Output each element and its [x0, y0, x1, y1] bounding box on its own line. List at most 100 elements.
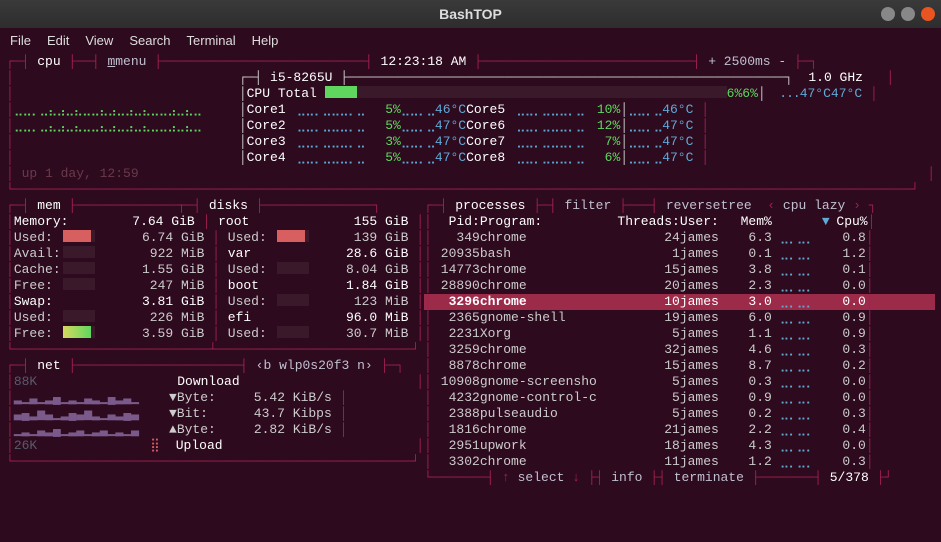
proc-pid: 2231 [432, 326, 480, 342]
menu-help[interactable]: Help [252, 33, 279, 48]
core-pct: 5% [365, 150, 401, 166]
cpu-total-label: CPU Total [247, 86, 317, 101]
core-pct: 5% [365, 102, 401, 118]
core-temp: 47°C [435, 118, 466, 134]
disk-var: var [228, 246, 278, 262]
maximize-button[interactable] [901, 7, 915, 21]
hdr-mem[interactable]: Mem% [730, 214, 772, 230]
memory-label: Memory: [14, 214, 71, 230]
core-temp: 47°C [435, 150, 466, 166]
process-row[interactable]: │3302 chrome11 james1.2⣀⡀⣀⡀0.3│ [424, 454, 935, 470]
core-name: Core6 [466, 118, 516, 134]
upload-label: Upload [176, 438, 223, 454]
proc-user: james [680, 406, 730, 422]
process-row[interactable]: │10908 gnome-screensho5 james0.3⣀⡀⣀⡀0.0│ [424, 374, 935, 390]
proc-cpu: 0.0 [822, 438, 866, 454]
proc-mem: 3.0 [730, 294, 772, 310]
cpu-model: i5-8265U [270, 70, 332, 85]
process-row[interactable]: │3296 chrome10 james3.0⣀⡀⣀⡀0.0│ [424, 294, 935, 310]
core-pct: 6% [584, 150, 620, 166]
menu-terminal[interactable]: Terminal [187, 33, 236, 48]
process-row[interactable]: │14773 chrome15 james3.8⣀⡀⣀⡀0.1│ [424, 262, 935, 278]
proc-program: bash [480, 246, 610, 262]
proc-threads: 5 [610, 326, 680, 342]
menubar: File Edit View Search Terminal Help [0, 28, 941, 52]
proc-program: chrome [480, 230, 610, 246]
proc-mem: 2.2 [730, 422, 772, 438]
menu-toggle[interactable]: menu [115, 54, 146, 70]
select-action[interactable]: select [518, 470, 565, 486]
proc-threads: 32 [610, 342, 680, 358]
proc-threads: 20 [610, 278, 680, 294]
close-button[interactable] [921, 7, 935, 21]
disk-boot: boot [228, 278, 278, 294]
proc-user: james [680, 278, 730, 294]
hdr-threads[interactable]: Threads: [610, 214, 680, 230]
proc-pid: 3296 [432, 294, 480, 310]
info-action[interactable]: info [611, 470, 642, 486]
hdr-cpu[interactable]: Cpu% [830, 214, 868, 230]
proc-program: gnome-screensho [480, 374, 610, 390]
proc-mem: 2.3 [730, 278, 772, 294]
proc-mem: 4.6 [730, 342, 772, 358]
process-row[interactable]: │4232 gnome-control-c5 james0.9⣀⡀⣀⡀0.0│ [424, 390, 935, 406]
proc-mem: 1.2 [730, 454, 772, 470]
hdr-pid[interactable]: Pid: [432, 214, 480, 230]
process-row[interactable]: │2388 pulseaudio5 james0.2⣀⡀⣀⡀0.3│ [424, 406, 935, 422]
proc-mem: 0.2 [730, 406, 772, 422]
proc-cpu: 0.3 [822, 454, 866, 470]
proc-pid: 28890 [432, 278, 480, 294]
process-row[interactable]: │28890 chrome20 james2.3⣀⡀⣀⡀0.0│ [424, 278, 935, 294]
sort-mode[interactable]: cpu lazy [783, 198, 845, 214]
process-row[interactable]: │1816 chrome21 james2.2⣀⡀⣀⡀0.4│ [424, 422, 935, 438]
proc-pid: 8878 [432, 358, 480, 374]
process-row[interactable]: │349 chrome24 james6.3⣀⡀⣀⡀0.8│ [424, 230, 935, 246]
process-row[interactable]: │8878 chrome15 james8.7⣀⡀⣀⡀0.2│ [424, 358, 935, 374]
proc-user: james [680, 262, 730, 278]
proc-mem: 6.0 [730, 310, 772, 326]
cpu-label: cpu [37, 54, 60, 70]
proc-pid: 2951 [432, 438, 480, 454]
core-name: Core5 [466, 102, 516, 118]
proc-mem: 3.8 [730, 262, 772, 278]
filter-toggle[interactable]: filter [564, 198, 611, 214]
refresh-ms[interactable]: 2500ms [724, 54, 771, 70]
reverse-toggle[interactable]: reverse [666, 198, 721, 214]
core-name: Core4 [247, 150, 297, 166]
proc-cpu: 0.0 [822, 294, 866, 310]
process-row[interactable]: │2365 gnome-shell19 james6.0⣀⡀⣀⡀0.9│ [424, 310, 935, 326]
cpu-freq: 1.0 GHz [808, 70, 863, 86]
process-row[interactable]: │2951 upwork18 james4.3⣀⡀⣀⡀0.0│ [424, 438, 935, 454]
core-pct: 3% [365, 134, 401, 150]
proc-user: james [680, 310, 730, 326]
core-temp: 47°C [662, 118, 693, 134]
menu-file[interactable]: File [10, 33, 31, 48]
core-temp: 46°C [435, 102, 466, 118]
net-iface[interactable]: b wlp0s20f3 n [263, 358, 364, 374]
hdr-user[interactable]: User: [680, 214, 730, 230]
core-pct: 5% [365, 118, 401, 134]
hdr-program[interactable]: Program: [480, 214, 610, 230]
proc-threads: 24 [610, 230, 680, 246]
core-temp: 46°C [662, 102, 693, 118]
core-pct: 10% [584, 102, 620, 118]
menu-search[interactable]: Search [129, 33, 170, 48]
proc-program: chrome [480, 294, 610, 310]
proc-threads: 15 [610, 262, 680, 278]
tree-toggle[interactable]: tree [720, 198, 751, 214]
disks-label: disks [209, 198, 248, 214]
process-row[interactable]: │3259 chrome32 james4.6⣀⡀⣀⡀0.3│ [424, 342, 935, 358]
core-name: Core8 [466, 150, 516, 166]
process-row[interactable]: │2231 Xorg5 james1.1⣀⡀⣀⡀0.9│ [424, 326, 935, 342]
menu-edit[interactable]: Edit [47, 33, 69, 48]
process-row[interactable]: │20935 bash1 james0.1⣀⡀⣀⡀1.2│ [424, 246, 935, 262]
proc-mem: 6.3 [730, 230, 772, 246]
menu-view[interactable]: View [85, 33, 113, 48]
minimize-button[interactable] [881, 7, 895, 21]
titlebar[interactable]: BashTOP [0, 0, 941, 28]
proc-cpu: 0.0 [822, 278, 866, 294]
proc-pid: 349 [432, 230, 480, 246]
proc-cpu: 0.9 [822, 326, 866, 342]
terminate-action[interactable]: terminate [674, 470, 744, 486]
proc-cpu: 0.3 [822, 406, 866, 422]
